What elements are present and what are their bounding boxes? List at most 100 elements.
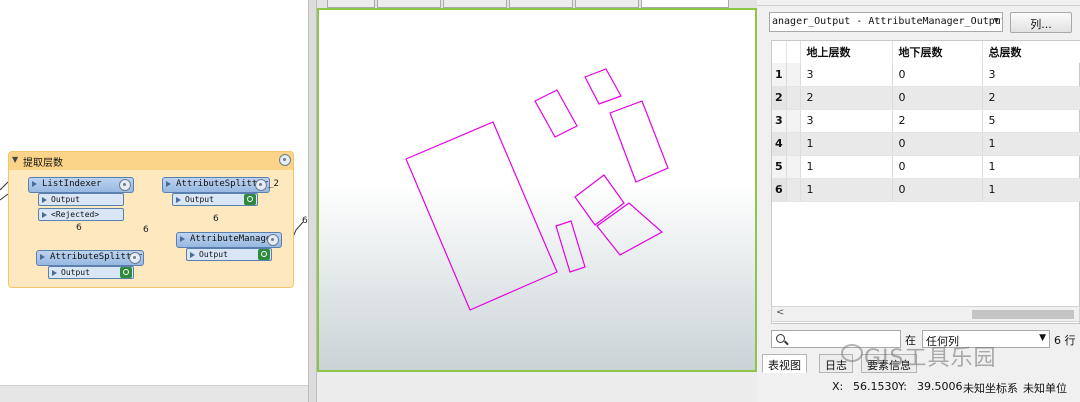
gear-icon[interactable] [119, 179, 131, 191]
port-output[interactable]: Output [38, 193, 124, 206]
table-horizontal-scrollbar[interactable]: < [771, 306, 1080, 322]
row-gap [786, 155, 801, 179]
search-icon [776, 334, 785, 343]
port-output[interactable]: Output [186, 248, 272, 261]
table-cell[interactable]: 2 [892, 109, 983, 133]
collapse-triangle-icon[interactable] [166, 181, 171, 187]
bookmark-header[interactable]: ▼ 提取层数 [9, 152, 293, 170]
table-cell[interactable]: 1 [800, 132, 893, 156]
view-tab[interactable] [509, 0, 573, 8]
table-cell[interactable]: 1 [800, 178, 893, 202]
transformer-attribute-splitter-2[interactable]: AttributeSplitter_2 [162, 177, 279, 193]
gap-header [786, 41, 801, 63]
row-number[interactable]: 5 [772, 155, 787, 179]
table-row[interactable]: 2 2 0 2 [772, 86, 1080, 110]
transformer-name: ListIndexer [42, 179, 102, 189]
table-cell[interactable]: 5 [982, 109, 1080, 133]
gear-icon[interactable] [255, 179, 267, 191]
table-cell[interactable]: 2 [982, 86, 1080, 110]
transformer-attribute-splitter[interactable]: AttributeSplitter [36, 250, 144, 266]
table-cell[interactable]: 3 [800, 109, 893, 133]
row-gap [786, 109, 801, 133]
inspect-icon[interactable] [258, 249, 270, 260]
row-count: 6 行 [1054, 334, 1076, 347]
port-output[interactable]: Output [172, 193, 258, 206]
row-number[interactable]: 2 [772, 86, 787, 110]
map-footer [317, 372, 757, 402]
table-row[interactable]: 4 1 0 1 [772, 132, 1080, 156]
port-label: Output [51, 195, 80, 204]
port-output[interactable]: Output [48, 266, 134, 279]
table-cell[interactable]: 1 [982, 155, 1080, 179]
corner-header[interactable] [772, 41, 787, 63]
x-label: X: [832, 380, 844, 393]
bookmark-title: 提取层数 [23, 158, 63, 169]
table-cell[interactable]: 0 [892, 178, 983, 202]
transformer-attribute-manager[interactable]: AttributeManager [176, 232, 282, 248]
row-number[interactable]: 6 [772, 178, 787, 202]
inspect-icon[interactable] [120, 267, 132, 278]
collapse-triangle-icon[interactable] [32, 181, 37, 187]
collapse-arrow-icon[interactable]: ▼ [12, 155, 18, 164]
connection-count: 6 [213, 214, 219, 224]
attribute-table[interactable]: 地上层数 地下层数 总层数 1 3 0 3 2 2 0 2 3 3 2 5 4 … [771, 40, 1080, 324]
building-polygon [574, 174, 625, 226]
table-cell[interactable]: 2 [800, 86, 893, 110]
building-polygon [534, 89, 578, 138]
table-cell[interactable]: 1 [982, 132, 1080, 156]
table-cell[interactable]: 1 [982, 178, 1080, 202]
gear-icon[interactable] [267, 234, 279, 246]
feature-type-select[interactable]: anager_Output - AttributeManager_Output … [769, 12, 1003, 32]
row-number[interactable]: 1 [772, 63, 787, 87]
scroll-left-icon[interactable]: < [776, 307, 784, 318]
row-number[interactable]: 4 [772, 132, 787, 156]
table-row[interactable]: 1 3 0 3 [772, 63, 1080, 87]
transformer-list-indexer[interactable]: ListIndexer [28, 177, 134, 193]
feature-geometry [405, 68, 669, 311]
table-cell[interactable]: 0 [892, 155, 983, 179]
table-cell[interactable]: 3 [800, 63, 893, 87]
collapse-triangle-icon[interactable] [180, 236, 185, 242]
building-polygon [555, 220, 586, 273]
workflow-canvas[interactable]: ▼ 提取层数 ListIndexer Output <Rejected> Att… [0, 0, 308, 385]
view-tab[interactable] [443, 0, 507, 8]
port-triangle-icon [52, 270, 57, 276]
canvas-horizontal-scrollbar[interactable] [0, 385, 308, 402]
view-tab[interactable] [575, 0, 639, 8]
row-gap [786, 86, 801, 110]
table-cell[interactable]: 3 [982, 63, 1080, 87]
crs-label: 未知坐标系 [963, 382, 1018, 395]
column-header[interactable]: 地下层数 [892, 41, 983, 63]
columns-button[interactable]: 列... [1010, 12, 1072, 33]
row-gap [786, 178, 801, 202]
table-cell[interactable]: 1 [800, 155, 893, 179]
table-cell[interactable]: 0 [892, 63, 983, 87]
table-row[interactable]: 5 1 0 1 [772, 155, 1080, 179]
map-view[interactable] [317, 8, 757, 372]
scrollbar-thumb[interactable] [972, 310, 1074, 319]
building-polygon [609, 100, 669, 183]
row-number[interactable]: 3 [772, 109, 787, 133]
column-header[interactable]: 地上层数 [800, 41, 893, 63]
tab-table-view[interactable]: 表视图 [762, 354, 807, 373]
chevron-down-icon: ▼ [993, 16, 999, 26]
view-tab[interactable] [327, 0, 375, 8]
table-cell[interactable]: 0 [892, 86, 983, 110]
y-label: Y: [898, 380, 907, 393]
table-row[interactable]: 3 3 2 5 [772, 109, 1080, 133]
building-polygon [596, 202, 664, 256]
feature-inspector-panel: anager_Output - AttributeManager_Output … [757, 0, 1080, 402]
column-header[interactable]: 总层数 [982, 41, 1080, 63]
gear-icon[interactable] [129, 252, 141, 264]
table-cell[interactable]: 0 [892, 132, 983, 156]
gear-icon[interactable] [279, 154, 291, 166]
port-label: Output [199, 250, 228, 259]
collapse-triangle-icon[interactable] [40, 254, 45, 260]
port-rejected[interactable]: <Rejected> [38, 208, 124, 221]
table-row[interactable]: 6 1 0 1 [772, 178, 1080, 202]
view-tab-active[interactable] [641, 0, 729, 8]
panel-splitter[interactable] [308, 0, 317, 402]
port-triangle-icon [42, 197, 47, 203]
inspect-icon[interactable] [244, 194, 256, 205]
view-tab[interactable] [377, 0, 441, 8]
